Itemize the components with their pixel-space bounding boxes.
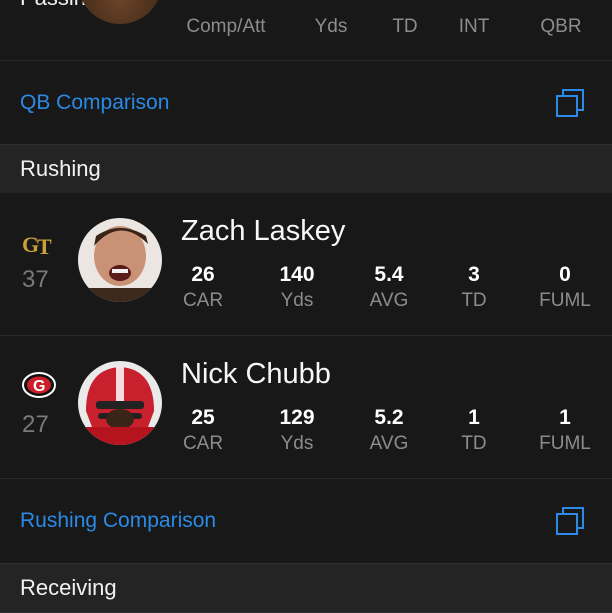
georgia-tech-gt-logo-icon: G T xyxy=(22,232,52,259)
player-row[interactable]: G 27 Nick Chubb 25 CAR 129 Yds 5.2 AVG 1… xyxy=(0,336,612,479)
passing-header-comp-att: Comp/Att xyxy=(186,16,266,37)
passing-leader-row[interactable]: Passing Comp/Att Yds TD INT QBR xyxy=(0,0,612,61)
section-header-receiving: Receiving xyxy=(0,563,612,613)
svg-text:G: G xyxy=(33,378,45,395)
qb-comparison-link[interactable]: QB Comparison xyxy=(20,91,169,115)
rushing-comparison-row[interactable]: Rushing Comparison xyxy=(0,479,612,564)
jersey-number: 37 xyxy=(22,266,49,293)
copy-icon[interactable] xyxy=(554,87,586,119)
qb-comparison-row[interactable]: QB Comparison xyxy=(0,61,612,146)
jersey-number: 27 xyxy=(22,411,49,438)
stat-fuml-label: FUML xyxy=(539,290,591,311)
section-title-rushing: Rushing xyxy=(20,156,101,181)
passing-header-qbr: QBR xyxy=(540,16,582,37)
rushing-comparison-link[interactable]: Rushing Comparison xyxy=(20,509,216,533)
georgia-g-logo-icon: G xyxy=(22,372,56,398)
player-name[interactable]: Zach Laskey xyxy=(181,215,345,248)
stat-fuml-value: 0 xyxy=(559,263,571,286)
section-header-rushing: Rushing xyxy=(0,144,612,194)
stat-fuml-value: 1 xyxy=(559,406,571,429)
stat-fuml-label: FUML xyxy=(539,433,591,454)
player-name[interactable]: Nick Chubb xyxy=(181,358,331,391)
player-photo-avatar xyxy=(78,0,162,24)
svg-text:T: T xyxy=(37,234,52,259)
copy-icon[interactable] xyxy=(554,505,586,537)
section-title-receiving: Receiving xyxy=(20,575,117,600)
player-row[interactable]: G T 37 Zach Laskey 26 CAR 140 Yds 5.4 AV… xyxy=(0,193,612,336)
